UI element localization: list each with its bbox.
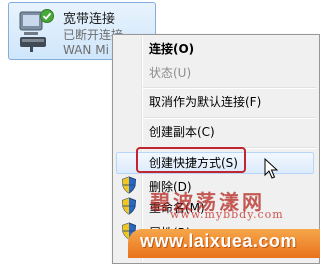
highlight-box xyxy=(136,147,246,173)
mouse-cursor-icon xyxy=(264,158,278,179)
shield-icon xyxy=(121,176,137,194)
shield-icon xyxy=(121,197,137,215)
menu-separator xyxy=(143,117,316,119)
watermark-url-top: www.mybbdy.com xyxy=(170,208,284,221)
menu-item-create-copy[interactable]: 创建副本(C) xyxy=(149,121,215,143)
connection-name: 宽带连接 xyxy=(63,12,116,27)
menu-item-connect[interactable]: 连接(O) xyxy=(149,38,194,60)
watermark-url-bottom: www.laixuea.com xyxy=(140,231,297,251)
check-badge-icon xyxy=(40,9,54,23)
menu-item-unset-default[interactable]: 取消作为默认连接(F) xyxy=(149,91,261,113)
menu-separator xyxy=(143,87,316,89)
connection-device: WAN Mi xyxy=(63,43,109,57)
menu-item-status[interactable]: 状态(U) xyxy=(149,62,191,84)
